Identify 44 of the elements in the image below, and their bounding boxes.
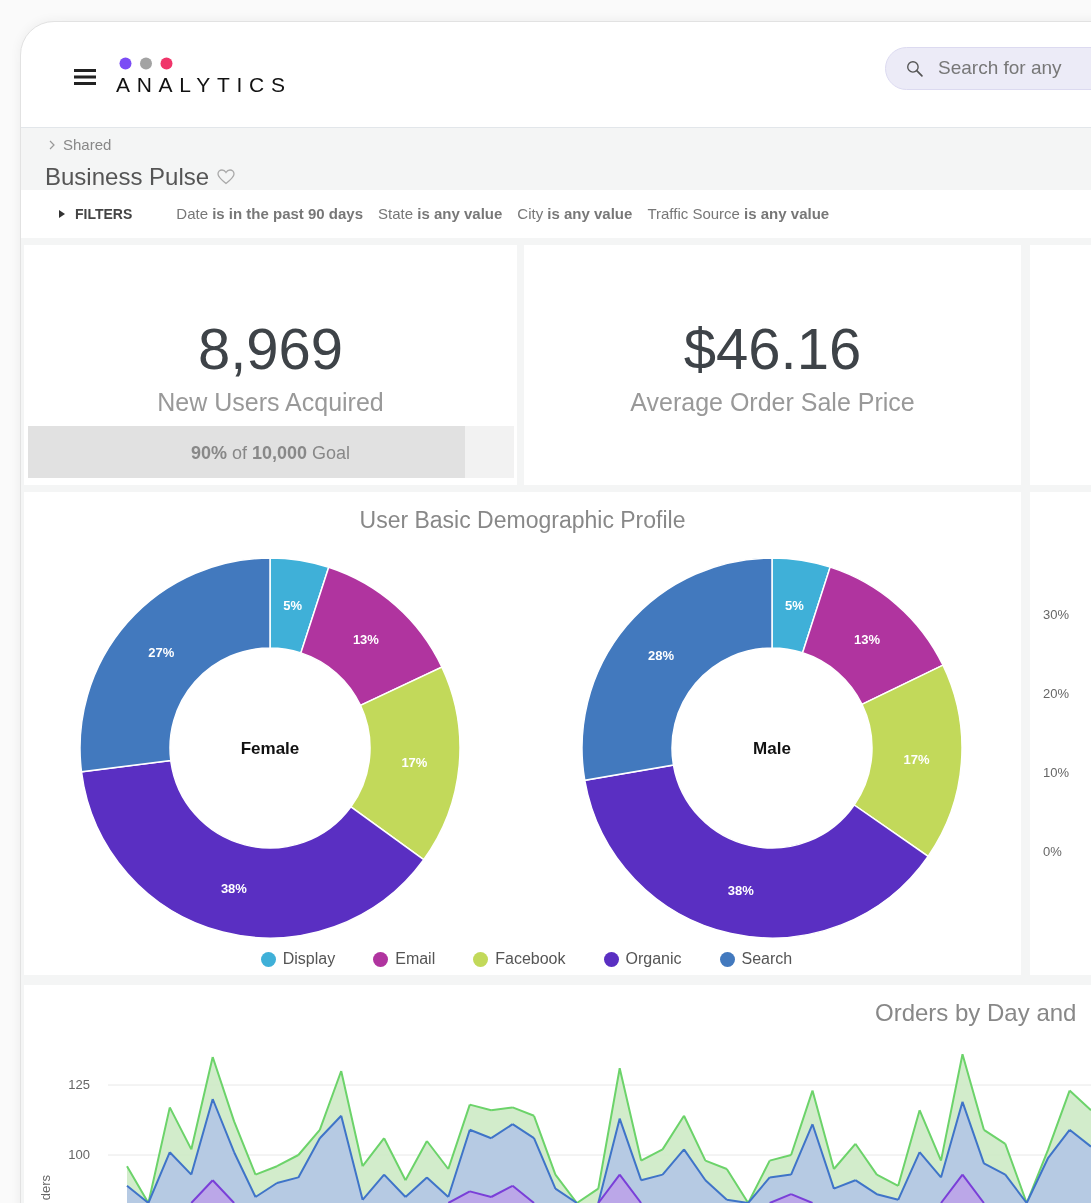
chart-title: User Basic Demographic Profile [358, 506, 687, 535]
slice-label: 5% [785, 597, 804, 613]
axis-tick-label: 100 [68, 1147, 90, 1162]
slice-label: 13% [352, 632, 379, 648]
slice-label: 38% [727, 882, 754, 898]
donut-center-label: Female [240, 739, 300, 758]
kpi-label: Average Order Sale Price [630, 387, 915, 418]
filter-chip[interactable]: City is any value [517, 202, 633, 226]
axis-label: 30% [1043, 606, 1071, 624]
legend-label[interactable]: Email [395, 947, 436, 971]
filter-chip[interactable]: Date is in the past 90 days [176, 202, 364, 226]
goal-text: 90% of 10,000 Goal [189, 442, 352, 465]
filter-chip[interactable]: State is any value [378, 202, 503, 226]
search-field[interactable]: Search for any [885, 47, 1091, 90]
slice-label: 13% [854, 631, 881, 647]
slice-label: 27% [148, 645, 175, 661]
kpi-value: 8,969 [197, 320, 344, 378]
search-input[interactable]: Search for any [938, 54, 1091, 83]
dashboard-title: Business Pulse [45, 161, 210, 192]
filter-chip[interactable]: Traffic Source is any value [647, 202, 830, 226]
axis-tick-label: 125 [68, 1077, 90, 1092]
menu-icon[interactable] [74, 68, 96, 85]
donut-center-label: Male [753, 739, 791, 758]
slice-label: 17% [903, 752, 930, 768]
axis-label: 0% [1043, 843, 1063, 861]
axis-label: 10% [1043, 764, 1071, 782]
legend-label[interactable]: Display [282, 947, 336, 971]
axis-label: 20% [1043, 685, 1071, 703]
slice-label: 5% [283, 597, 303, 613]
slice-label: 38% [220, 881, 247, 897]
filters-toggle[interactable]: FILTERS [59, 203, 133, 225]
caret-icon [59, 210, 65, 218]
axis-title: ders [38, 1175, 53, 1201]
logo-text: ANALYTICS [116, 73, 292, 95]
kpi-value: $46.16 [683, 320, 862, 378]
kpi-label: New Users Acquired [157, 387, 384, 418]
legend-label[interactable]: Search [741, 947, 793, 971]
logo-dots-icon [119, 56, 173, 70]
chart-title: Orders by Day and [874, 998, 1078, 1025]
legend-label[interactable]: Organic [625, 947, 682, 971]
slice-label: 17% [401, 754, 428, 770]
slice-label: 28% [648, 647, 675, 663]
legend-label[interactable]: Facebook [495, 947, 566, 971]
chevron-right-icon [49, 140, 55, 151]
